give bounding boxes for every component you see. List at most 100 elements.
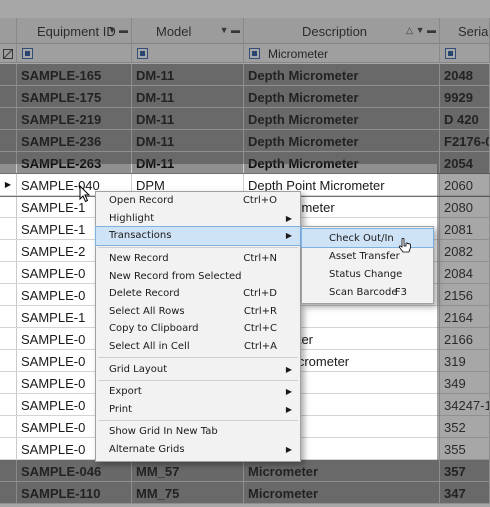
menu-item-new-record-from-selected[interactable]: New Record from Selected <box>96 267 300 285</box>
table-row[interactable]: SAMPLE-263 DM-11 Depth Micrometer 2054 <box>0 152 490 174</box>
cell-model[interactable]: DM-11 <box>132 86 244 108</box>
filter-cell-description[interactable]: Micrometer <box>244 44 440 63</box>
row-selector[interactable] <box>0 64 17 85</box>
menu-item-select-all-in-cell[interactable]: Select All in Cell Ctrl+A <box>96 338 300 356</box>
cell-serial[interactable]: 357 <box>440 460 490 482</box>
submenu-item-scan-barcode[interactable]: Scan Barcode F3 <box>302 283 433 301</box>
cell-serial[interactable]: 2084 <box>440 262 490 284</box>
cell-serial[interactable]: F2176-0 <box>440 130 490 152</box>
row-selector[interactable] <box>0 438 17 459</box>
filter-cell-model[interactable] <box>132 44 244 63</box>
cell-serial[interactable]: 347 <box>440 482 490 504</box>
cell-model[interactable]: DM-11 <box>132 130 244 152</box>
cell-serial[interactable]: 349 <box>440 372 490 394</box>
sort-ascending-icon[interactable]: △ ▼ ▬ <box>406 25 436 36</box>
row-selector[interactable] <box>0 416 17 437</box>
cell-description[interactable]: Depth Micrometer <box>244 64 440 86</box>
filter-cell-equipment-id[interactable] <box>17 44 132 63</box>
menu-item-delete-record[interactable]: Delete Record Ctrl+D <box>96 285 300 303</box>
cell-model[interactable]: MM_57 <box>132 460 244 482</box>
cell-serial[interactable]: 2048 <box>440 64 490 86</box>
cell-serial[interactable]: 2082 <box>440 240 490 262</box>
row-selector[interactable] <box>0 284 17 305</box>
cell-serial[interactable]: 34247-10 <box>440 394 490 416</box>
row-selector[interactable] <box>0 108 17 129</box>
cell-description[interactable]: Depth Micrometer <box>244 86 440 108</box>
row-selector[interactable] <box>0 482 17 503</box>
cell-serial[interactable]: 2060 <box>440 174 490 196</box>
table-row[interactable]: SAMPLE-110 MM_75 Micrometer 347 <box>0 482 490 504</box>
row-selector[interactable] <box>0 306 17 327</box>
cell-description[interactable]: Depth Micrometer <box>244 152 440 174</box>
cell-description[interactable]: Depth Micrometer <box>244 130 440 152</box>
cell-serial[interactable]: 2080 <box>440 196 490 218</box>
filter-icon[interactable] <box>137 48 148 59</box>
cell-serial[interactable]: 2156 <box>440 284 490 306</box>
filter-icon[interactable] <box>249 48 260 59</box>
menu-item-open-record[interactable]: Open Record Ctrl+O <box>96 192 300 210</box>
cell-serial[interactable]: 319 <box>440 350 490 372</box>
column-menu-icon[interactable]: ▼ ▬ <box>108 25 128 35</box>
row-selector[interactable] <box>0 262 17 283</box>
cell-model[interactable]: DM-11 <box>132 108 244 130</box>
row-selector[interactable] <box>0 218 17 239</box>
menu-item-select-all-rows[interactable]: Select All Rows Ctrl+R <box>96 303 300 321</box>
row-selector[interactable] <box>0 328 17 349</box>
table-row[interactable]: SAMPLE-236 DM-11 Depth Micrometer F2176-0 <box>0 130 490 152</box>
column-header-serial[interactable]: Serial <box>440 18 490 44</box>
cell-serial[interactable]: 2054 <box>440 152 490 174</box>
menu-item-export[interactable]: Export ▶ <box>96 383 300 401</box>
submenu-item-status-change[interactable]: Status Change <box>302 265 433 283</box>
table-row[interactable]: SAMPLE-046 MM_57 Micrometer 357 <box>0 460 490 482</box>
menu-item-highlight[interactable]: Highlight ▶ <box>96 210 300 228</box>
cell-serial[interactable]: 352 <box>440 416 490 438</box>
cell-model[interactable]: DM-11 <box>132 152 244 174</box>
menu-item-new-record[interactable]: New Record Ctrl+N <box>96 250 300 268</box>
cell-id[interactable]: SAMPLE-219 <box>17 108 132 130</box>
row-selector[interactable] <box>0 350 17 371</box>
cell-serial[interactable]: D 420 <box>440 108 490 130</box>
cell-id[interactable]: SAMPLE-110 <box>17 482 132 504</box>
menu-item-show-grid-in-new-tab[interactable]: Show Grid In New Tab <box>96 423 300 441</box>
menu-item-alternate-grids[interactable]: Alternate Grids ▶ <box>96 441 300 459</box>
column-header-equipment-id[interactable]: Equipment ID ▼ ▬ <box>17 18 132 44</box>
cell-serial[interactable]: 2081 <box>440 218 490 240</box>
cell-description[interactable]: Micrometer <box>244 482 440 504</box>
cell-serial[interactable]: 9929 <box>440 86 490 108</box>
cell-serial[interactable]: 2164 <box>440 306 490 328</box>
current-row-indicator-icon[interactable]: ▶ <box>0 174 17 195</box>
column-header-model[interactable]: Model ▼ ▬ <box>132 18 244 44</box>
row-selector[interactable] <box>0 152 17 173</box>
row-selector[interactable] <box>0 394 17 415</box>
cell-id[interactable]: SAMPLE-263 <box>17 152 132 174</box>
submenu-item-check-out-in[interactable]: Check Out/In <box>301 228 434 248</box>
cell-serial[interactable]: 2166 <box>440 328 490 350</box>
menu-item-copy-to-clipboard[interactable]: Copy to Clipboard Ctrl+C <box>96 320 300 338</box>
row-selector[interactable] <box>0 460 17 481</box>
filter-cell-serial[interactable] <box>440 44 490 63</box>
menu-item-print[interactable]: Print ▶ <box>96 401 300 419</box>
cell-description[interactable]: Micrometer <box>244 460 440 482</box>
cell-id[interactable]: SAMPLE-236 <box>17 130 132 152</box>
filter-icon[interactable] <box>445 48 456 59</box>
cell-id[interactable]: SAMPLE-046 <box>17 460 132 482</box>
row-selector[interactable] <box>0 196 17 217</box>
row-selector[interactable] <box>0 86 17 107</box>
filter-icon[interactable] <box>22 48 33 59</box>
cell-serial[interactable]: 355 <box>440 438 490 460</box>
cell-description[interactable]: Depth Micrometer <box>244 108 440 130</box>
cell-id[interactable]: SAMPLE-165 <box>17 64 132 86</box>
menu-item-grid-layout[interactable]: Grid Layout ▶ <box>96 360 300 378</box>
cell-model[interactable]: MM_75 <box>132 482 244 504</box>
filter-clear-icon[interactable] <box>0 44 17 63</box>
cell-model[interactable]: DM-11 <box>132 64 244 86</box>
table-row[interactable]: SAMPLE-175 DM-11 Depth Micrometer 9929 <box>0 86 490 108</box>
row-selector-header[interactable] <box>0 18 17 44</box>
submenu-item-asset-transfer[interactable]: Asset Transfer <box>302 247 433 265</box>
column-menu-icon[interactable]: ▼ ▬ <box>220 25 240 35</box>
menu-item-transactions[interactable]: Transactions ▶ <box>95 226 301 246</box>
table-row[interactable]: SAMPLE-165 DM-11 Depth Micrometer 2048 <box>0 64 490 86</box>
row-selector[interactable] <box>0 240 17 261</box>
table-row[interactable]: SAMPLE-219 DM-11 Depth Micrometer D 420 <box>0 108 490 130</box>
row-selector[interactable] <box>0 130 17 151</box>
